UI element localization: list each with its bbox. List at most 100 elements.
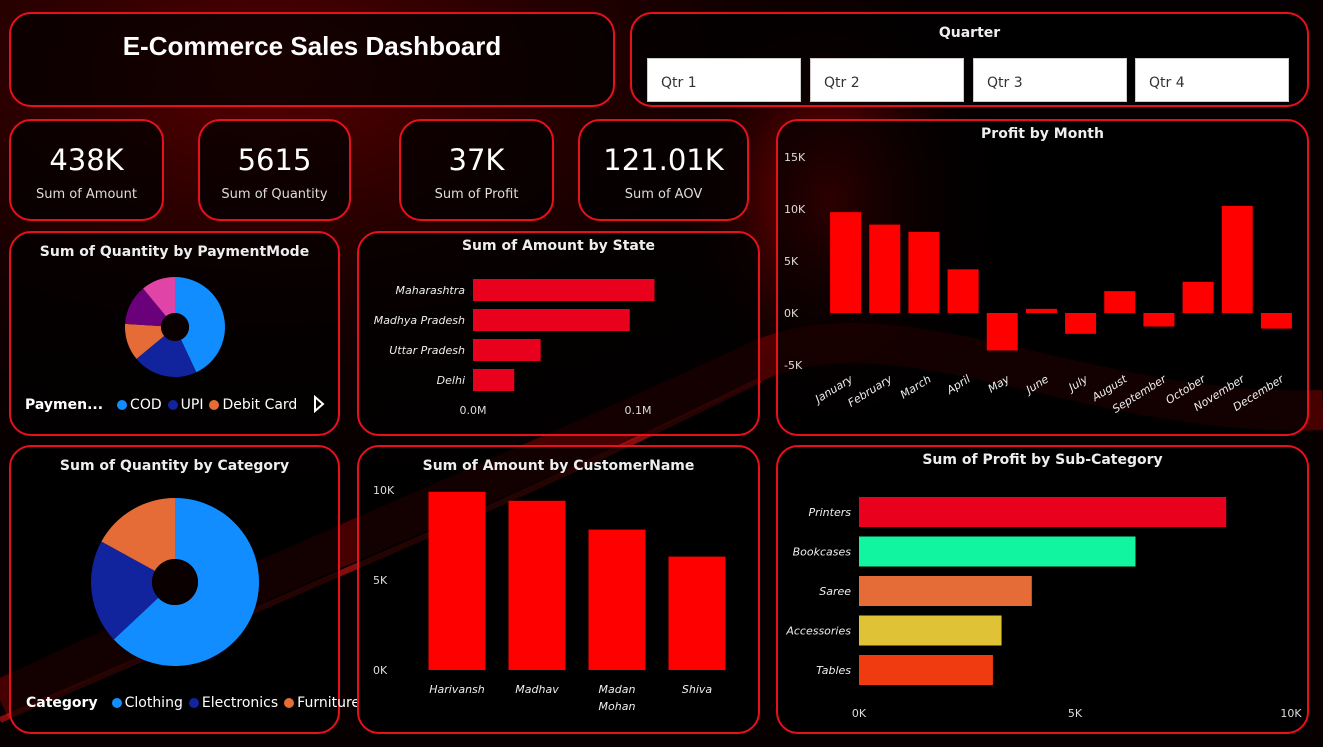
category-label-saree: Saree [819,585,851,598]
amount-by-customer-chart: 10K 5K 0K Harivansh Madhav Madan Mohan Shiva [373,484,726,713]
kpi-aov-label: Sum of AOV [624,187,703,202]
legend-clothing: Clothing [124,695,183,711]
quarter-slicer-title: Quarter [938,25,1001,41]
bar-december [1260,313,1292,329]
quarter-slicer: Quarter Qtr 1 Qtr 2 Qtr 3 Qtr 4 [630,12,1309,107]
category-label-madan-mohan: Madan [599,683,636,696]
bar-tables [859,655,993,685]
upi-legend-dot [167,400,178,410]
profit-by-month-chart: 15K10K5K0K-5KJanuaryFebruary March April Ma… [784,151,1292,416]
kpi-aov-value: 121.01K [603,143,724,177]
category-label-delhi: Delhi [437,374,465,387]
y-tick-5k: 5K [784,255,799,268]
y-tick-10k: 10K [373,484,395,497]
kpi-profit-label: Sum of Profit [434,187,519,202]
x-tick-0-0m: 0.0M [460,404,487,417]
legend-upi: UPI [180,397,204,413]
legend-debit-card: Debit Card [222,397,298,413]
kpi-amount-label: Sum of Amount [35,187,138,202]
y-tick--5k: -5K [784,359,803,372]
bar-july [1065,313,1097,334]
category-label-madhya-pradesh: Madhya Pradesh [374,314,465,327]
y-tick-10k: 10K [784,203,806,216]
bar-june [1025,308,1057,313]
x-tick-0-1m: 0.1M [625,404,652,417]
bar-april [947,269,979,313]
profit-by-subcategory-card: Sum of Profit by Sub-Category Printers Bo… [776,445,1309,734]
legend-cod: COD [130,397,162,413]
category-legend: Category Clothing Electronics Furniture [26,695,360,711]
kpi-amount-value: 438K [49,143,124,177]
bar-delhi [473,369,515,391]
category-label-printers: Printers [808,506,851,519]
legend-furniture: Furniture [297,695,361,711]
x-tick-5k: 5K [1068,707,1083,720]
category-label-maharashtra: Maharashtra [396,284,466,297]
bar-august [1104,291,1136,313]
dashboard-title: E-Commerce Sales Dashboard [122,31,502,61]
y-tick-0k: 0K [373,664,388,677]
category-label-may: May [986,372,1013,395]
bar-saree [859,576,1032,606]
kpi-amount-card: 438K Sum of Amount [9,119,164,221]
bar-bookcases [859,536,1136,567]
x-tick-10k: 10K [1280,707,1302,720]
y-tick-5k: 5K [373,574,388,587]
bar-october [1182,281,1214,313]
y-tick-15k: 15K [784,151,806,164]
category-label-april: April [944,373,973,398]
amount-by-customer-card: Sum of Amount by CustomerName 10K 5K 0K Har… [357,445,760,734]
bar-maharashtra [473,279,655,301]
kpi-aov-card: 121.01K Sum of AOV [578,119,749,221]
x-tick-0k: 0K [852,707,867,720]
bar-may [986,313,1018,351]
payment-legend-title: Paymen... [25,397,104,413]
kpi-quantity-value: 5615 [237,143,312,177]
bar-madan-mohan [588,529,646,670]
amount-by-state-chart: Maharashtra Madhya Pradesh Uttar Pradesh De… [374,279,655,417]
category-card: Sum of Quantity by Category Category Clot… [9,445,360,734]
category-label-madan-mohan-1: Mohan [599,700,636,713]
kpi-quantity-label: Sum of Quantity [221,187,328,202]
payment-mode-card: Sum of Quantity by PaymentMode Paymen...… [9,231,340,436]
cod-legend-dot [117,400,128,410]
amount-by-state-card: Sum of Amount by State Maharashtra Madhya… [357,231,760,436]
category-label-bookcases: Bookcases [793,546,852,559]
category-label-tables: Tables [816,664,851,677]
profit-by-month-card: Profit by Month 15K 10K 5K 0K -5K January Febr… [776,119,1309,436]
category-label-harivansh: Harivansh [429,683,485,696]
quarter-button-1[interactable]: Qtr 1 [647,58,801,102]
donut-hole [152,559,198,605]
category-label-july: July [1065,372,1091,395]
donut-hole [161,313,189,341]
category-label-accessories: Accessories [785,625,851,638]
bar-harivansh [428,491,486,670]
bar-madhya-pradesh [473,309,630,331]
category-legend-title: Category [26,695,98,711]
profit-by-subcategory-chart: Printers Bookcases Saree Accessories Tables 0… [785,497,1302,720]
kpi-profit-value: 37K [448,143,505,177]
bar-january [830,212,862,313]
category-label-madhav: Madhav [515,683,559,696]
bar-march [908,231,940,313]
category-label-shiva: Shiva [682,683,713,696]
electronics-legend-dot [188,698,199,708]
debit-card-legend-dot [209,400,220,410]
bar-february [869,224,901,313]
quarter-button-2[interactable]: Qtr 2 [810,58,964,102]
category-label-february: February [846,372,895,409]
bar-accessories [859,615,1002,646]
legend-next-arrow-icon[interactable] [313,395,325,413]
category-label-june: June [1022,372,1051,397]
quarter-button-3[interactable]: Qtr 3 [973,58,1127,102]
bar-madhav [508,500,566,670]
legend-electronics: Electronics [201,695,279,711]
category-label-uttar-pradesh: Uttar Pradesh [389,344,465,357]
kpi-quantity-card: 5615 Sum of Quantity [198,119,351,221]
bar-uttar-pradesh [473,339,541,361]
dashboard-title-card: E-Commerce Sales Dashboard [9,12,615,107]
clothing-legend-dot [111,698,122,708]
quarter-button-4[interactable]: Qtr 4 [1135,58,1289,102]
payment-mode-legend: Paymen... COD UPI Debit Card [25,397,297,413]
furniture-legend-dot [284,698,295,708]
